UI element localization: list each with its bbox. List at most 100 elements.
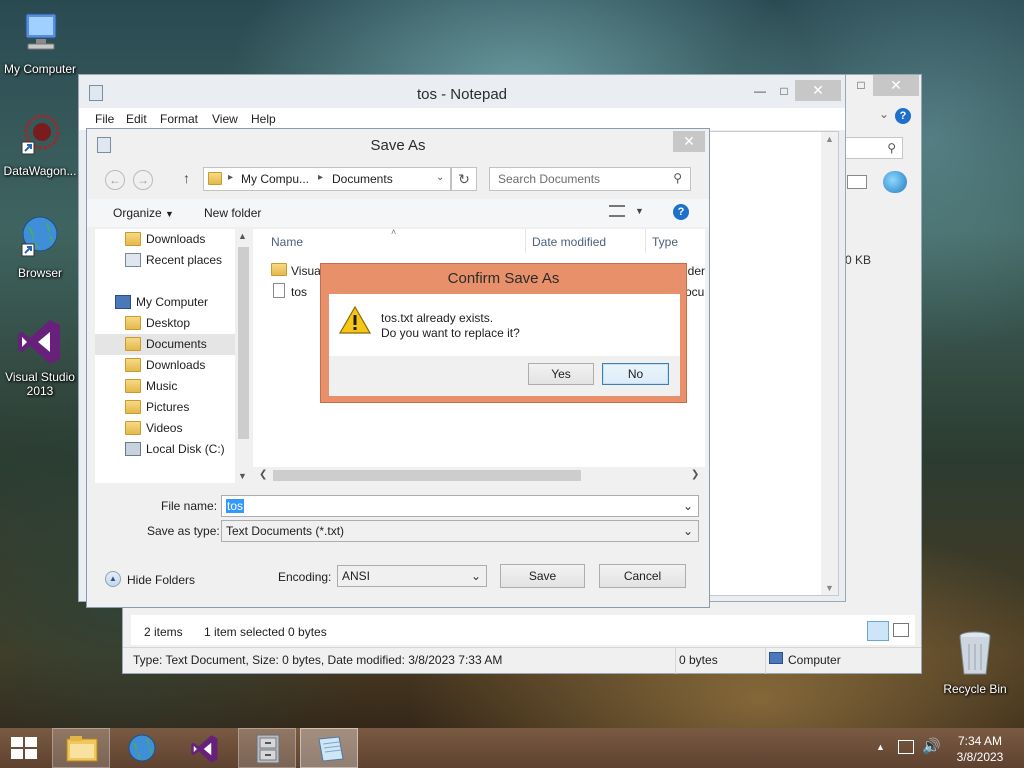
chevron-down-icon[interactable]: ⌄ (879, 107, 889, 121)
taskbar-notepad[interactable] (300, 728, 358, 768)
desktop-icon-my-computer[interactable]: My Computer (0, 10, 80, 76)
nav-item-documents[interactable]: Documents (125, 334, 207, 355)
search-documents-input[interactable]: Search Documents ⚲ (489, 167, 691, 191)
nav-item-pictures[interactable]: Pictures (125, 397, 189, 418)
column-header-name[interactable]: Name (271, 235, 303, 249)
new-folder-button[interactable]: New folder (204, 206, 261, 220)
save-type-select[interactable]: Text Documents (*.txt) ⌄ (221, 520, 699, 542)
refresh-icon[interactable]: ↻ (451, 167, 477, 191)
cancel-button[interactable]: Cancel (599, 564, 686, 588)
menu-file[interactable]: File (95, 112, 114, 126)
preview-pane-icon[interactable] (847, 175, 867, 189)
nav-item-recent-places[interactable]: Recent places (125, 250, 222, 271)
nav-item-downloads[interactable]: Downloads (125, 229, 205, 250)
nav-item-music[interactable]: Music (125, 376, 177, 397)
no-button[interactable]: No (602, 363, 669, 385)
notepad-scrollbar[interactable]: ▲ ▼ (821, 132, 838, 595)
breadcrumb-documents[interactable]: Documents (332, 172, 393, 186)
start-button[interactable] (0, 728, 48, 768)
nav-item-desktop[interactable]: Desktop (125, 313, 190, 334)
help-icon[interactable]: ? (895, 108, 911, 124)
datawagon-icon (16, 112, 64, 160)
clock[interactable]: 7:34 AM 3/8/2023 (950, 733, 1010, 765)
nav-item-videos[interactable]: Videos (125, 418, 182, 439)
thumbnails-view-icon[interactable] (893, 623, 909, 637)
encoding-label: Encoding: (278, 570, 332, 584)
up-arrow-icon[interactable]: ↑ (183, 170, 190, 186)
shell-icon[interactable] (883, 171, 907, 193)
chevron-down-icon[interactable]: ⌄ (436, 172, 444, 183)
clock-time: 7:34 AM (957, 734, 1003, 748)
organize-button[interactable]: Organize ▼ (113, 206, 174, 220)
save-as-close-button[interactable]: ✕ (673, 131, 705, 152)
search-icon: ⚲ (887, 141, 896, 155)
file-explorer-icon (66, 736, 98, 762)
desktop-icon-visual-studio[interactable]: Visual Studio 2013 (0, 318, 80, 398)
hide-folders-button[interactable]: Hide Folders (127, 573, 195, 587)
view-options-icon[interactable] (609, 205, 625, 217)
address-bar[interactable]: ▸ My Compu... ▸ Documents ⌄ (203, 167, 451, 191)
taskbar-file-cabinet[interactable] (238, 728, 296, 768)
file-name: tos (291, 285, 308, 299)
chevron-down-icon[interactable]: ▼ (635, 206, 644, 216)
hscroll-thumb[interactable] (273, 470, 581, 481)
taskbar-browser[interactable] (114, 728, 172, 768)
details-size: 0 bytes (679, 653, 718, 667)
file-name-input[interactable]: tos ⌄ (221, 495, 699, 517)
confirm-message-line2: Do you want to replace it? (381, 326, 520, 340)
yes-button[interactable]: Yes (528, 363, 594, 385)
notepad-close-button[interactable]: ✕ (795, 80, 841, 101)
column-header-date-modified[interactable]: Date modified (532, 235, 606, 249)
desktop-icon-datawagon[interactable]: DataWagon... (0, 112, 80, 178)
save-as-title: Save As (370, 137, 426, 154)
file-type: ocu (685, 285, 705, 299)
file-list-hscrollbar[interactable]: ❮ ❯ (253, 467, 705, 484)
help-icon[interactable]: ? (673, 204, 689, 220)
chevron-down-icon[interactable]: ⌄ (471, 566, 481, 586)
encoding-select[interactable]: ANSI ⌄ (337, 565, 487, 587)
menu-help[interactable]: Help (251, 112, 276, 126)
chevron-up-icon[interactable]: ▲ (105, 571, 121, 587)
desktop-icon-label: DataWagon... (3, 164, 77, 178)
column-header-type[interactable]: Type (652, 235, 678, 249)
computer-icon (115, 295, 131, 309)
forward-arrow-icon[interactable]: → (133, 170, 153, 190)
explorer-maximize-button[interactable]: □ (849, 75, 873, 96)
save-button[interactable]: Save (500, 564, 585, 588)
desktop-icon-recycle-bin[interactable]: Recycle Bin (935, 630, 1015, 696)
menu-format[interactable]: Format (160, 112, 198, 126)
show-hidden-icons-icon[interactable]: ▲ (876, 742, 885, 752)
nav-item-downloads-2[interactable]: Downloads (125, 355, 205, 376)
menu-view[interactable]: View (212, 112, 238, 126)
volume-icon[interactable]: 🔊 (922, 737, 941, 755)
nav-item-my-computer[interactable]: My Computer (115, 292, 208, 313)
network-icon[interactable] (898, 740, 914, 754)
breadcrumb-my-computer[interactable]: My Compu... (241, 172, 309, 186)
visual-studio-icon (16, 318, 64, 366)
taskbar-file-explorer[interactable] (52, 728, 110, 768)
explorer-search-box[interactable]: ⚲ (841, 137, 903, 159)
back-arrow-icon[interactable]: ← (105, 170, 125, 190)
nav-item-local-disk[interactable]: Local Disk (C:) (125, 439, 225, 460)
notepad-icon (318, 736, 344, 762)
navigation-pane: Downloads Recent places My Computer Desk… (95, 229, 250, 483)
nav-scrollbar[interactable]: ▲ ▼ (235, 229, 252, 483)
file-name: Visua (291, 264, 321, 278)
windows-logo-icon (11, 737, 37, 759)
explorer-close-button[interactable]: ✕ (873, 75, 919, 96)
taskbar-visual-studio[interactable] (176, 728, 234, 768)
notepad-maximize-button[interactable]: □ (773, 81, 795, 102)
notepad-minimize-button[interactable]: — (747, 81, 773, 102)
menu-edit[interactable]: Edit (126, 112, 147, 126)
chevron-down-icon[interactable]: ⌄ (683, 521, 693, 541)
music-folder-icon (125, 379, 141, 393)
status-selection: 1 item selected 0 bytes (204, 625, 327, 639)
details-view-icon[interactable] (867, 621, 889, 641)
visual-studio-icon (191, 735, 218, 763)
nav-scroll-thumb[interactable] (238, 247, 249, 439)
desktop-icon-browser[interactable]: Browser (0, 214, 80, 280)
breadcrumb-separator-icon: ▸ (318, 172, 324, 183)
chevron-down-icon[interactable]: ⌄ (683, 496, 693, 516)
file-name-selected-text: tos (226, 499, 245, 513)
drive-icon (125, 442, 141, 456)
